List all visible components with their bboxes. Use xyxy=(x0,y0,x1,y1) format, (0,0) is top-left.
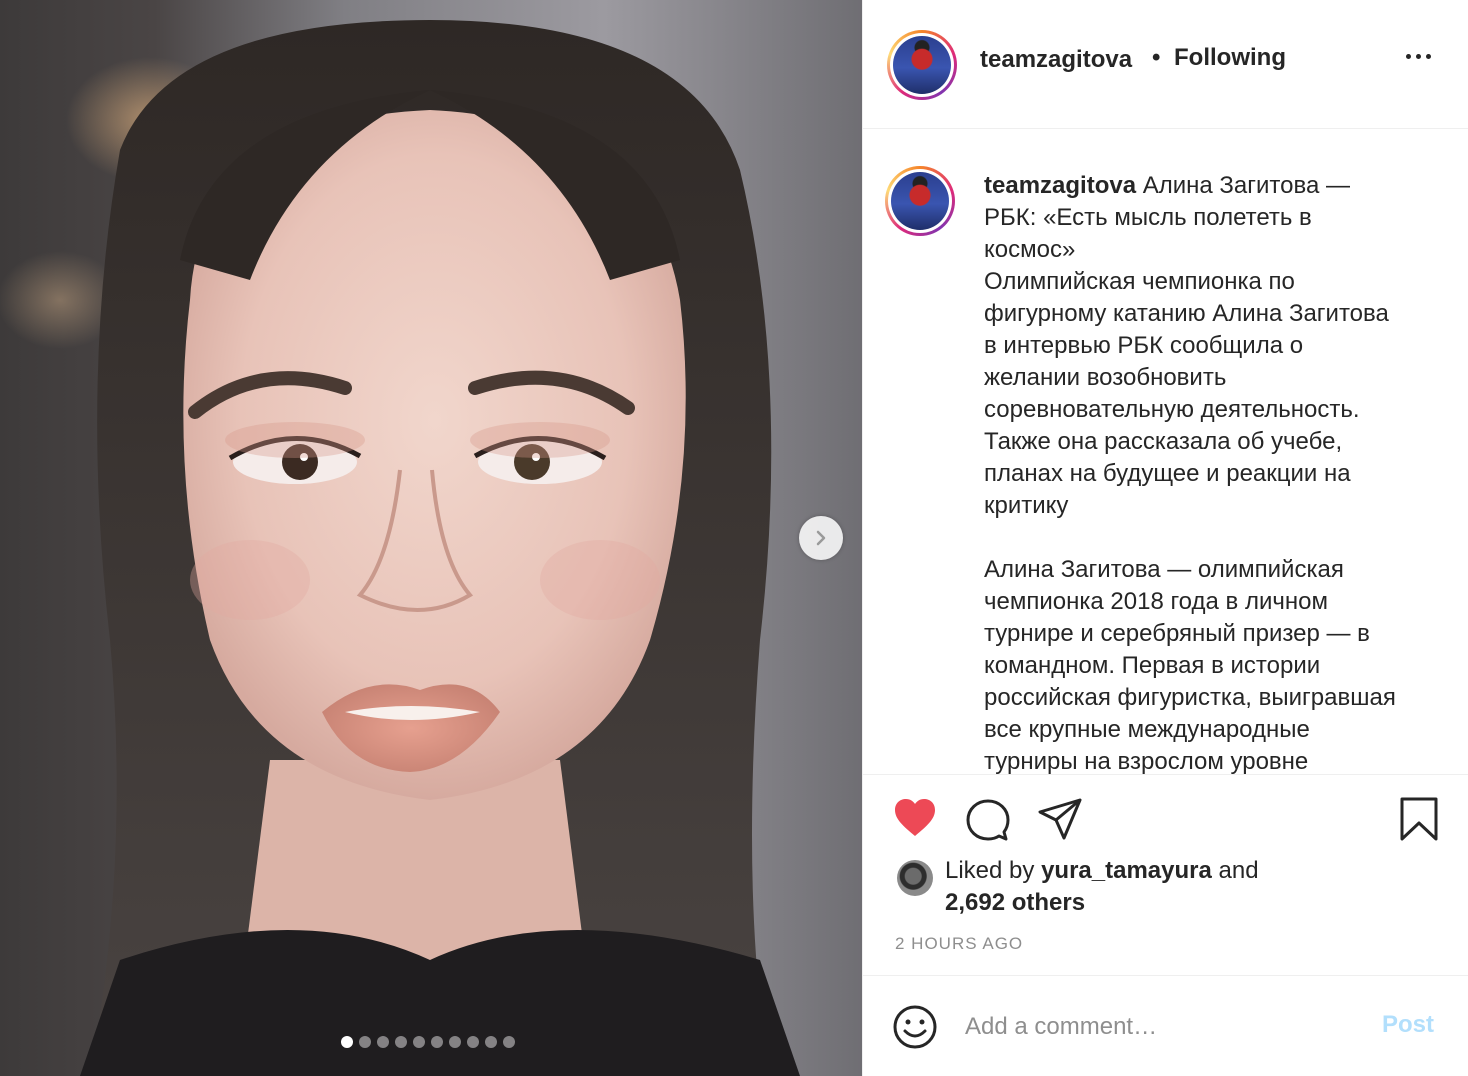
post-header: teamzagitova • Following xyxy=(863,0,1468,129)
caption-line: турнире и серебряный призер — в xyxy=(984,620,1370,647)
caption-line: РБК: «Есть мысль полететь в xyxy=(984,204,1312,231)
caption-avatar[interactable] xyxy=(885,166,955,236)
caption-line: планах на будущее и реакции на xyxy=(984,460,1351,487)
caption-line: все крупные международные xyxy=(984,716,1310,743)
more-options-icon[interactable] xyxy=(1406,54,1431,59)
post-timestamp[interactable]: 2 HOURS AGO xyxy=(895,934,1023,954)
carousel-dot xyxy=(413,1036,425,1048)
caption-username[interactable]: teamzagitova xyxy=(984,172,1136,199)
comment-icon[interactable] xyxy=(966,798,1010,842)
post-media[interactable] xyxy=(0,0,862,1076)
smiley-icon[interactable] xyxy=(893,1005,937,1049)
carousel-dot xyxy=(377,1036,389,1048)
caption-line: Олимпийская чемпионка по xyxy=(984,268,1295,295)
paper-plane-icon[interactable] xyxy=(1038,798,1082,840)
caption-line: соревновательную деятельность. xyxy=(984,396,1360,423)
carousel-dot xyxy=(359,1036,371,1048)
carousel-dot xyxy=(503,1036,515,1048)
caption-line: космос» xyxy=(984,236,1076,263)
carousel-dot xyxy=(449,1036,461,1048)
liked-by-text: Liked by yura_tamayura and xyxy=(945,855,1259,887)
post-photo xyxy=(80,20,800,1076)
caption-line: Также она рассказала об учебе, xyxy=(984,428,1343,455)
liked-prefix: Liked by xyxy=(945,857,1035,884)
caption-line: Алина Загитова — олимпийская xyxy=(984,556,1344,583)
caption-line: Алина Загитова — xyxy=(1142,172,1350,199)
caption-line: командном. Первая в истории xyxy=(984,652,1321,679)
author-avatar[interactable] xyxy=(887,30,957,100)
post-sidebar: teamzagitova • Following teamzagitova Ал… xyxy=(862,0,1468,1076)
next-slide-button[interactable] xyxy=(799,516,843,560)
caption-line: турниры на взрослом уровне xyxy=(984,748,1309,775)
caption-line: критику xyxy=(984,492,1069,519)
likes-count[interactable]: 2,692 others xyxy=(945,887,1085,919)
carousel-dot xyxy=(431,1036,443,1048)
caption-area[interactable]: teamzagitova Алина Загитова — РБК: «Есть… xyxy=(863,129,1468,775)
carousel-dot xyxy=(395,1036,407,1048)
following-button[interactable]: Following xyxy=(1174,44,1286,72)
caption-line: чемпионка 2018 года в личном xyxy=(984,588,1328,615)
heart-icon[interactable] xyxy=(893,798,937,838)
liker-username[interactable]: yura_tamayura xyxy=(1041,857,1212,884)
carousel-dot xyxy=(341,1036,353,1048)
liked-and: and xyxy=(1218,857,1259,884)
caption-line: желании возобновить xyxy=(984,364,1227,391)
post-comment-button[interactable]: Post xyxy=(1382,1011,1434,1039)
post-actions: Liked by yura_tamayura and 2,692 others … xyxy=(863,775,1468,976)
separator-dot: • xyxy=(1152,44,1161,71)
caption-line: российская фигуристка, выигравшая xyxy=(984,684,1396,711)
caption-text: teamzagitova Алина Загитова — РБК: «Есть… xyxy=(984,170,1449,775)
carousel-dot xyxy=(485,1036,497,1048)
caption-line: фигурному катанию Алина Загитова xyxy=(984,300,1389,327)
liker-avatar[interactable] xyxy=(897,860,933,896)
author-username[interactable]: teamzagitova xyxy=(980,46,1132,74)
caption-line: в интервью РБК сообщила о xyxy=(984,332,1304,359)
carousel-dot xyxy=(467,1036,479,1048)
comment-bar: Post xyxy=(863,976,1468,1076)
comment-input[interactable] xyxy=(963,1006,1347,1048)
bookmark-icon[interactable] xyxy=(1399,797,1439,841)
carousel-indicator xyxy=(0,1036,859,1048)
chevron-right-icon xyxy=(816,530,826,546)
